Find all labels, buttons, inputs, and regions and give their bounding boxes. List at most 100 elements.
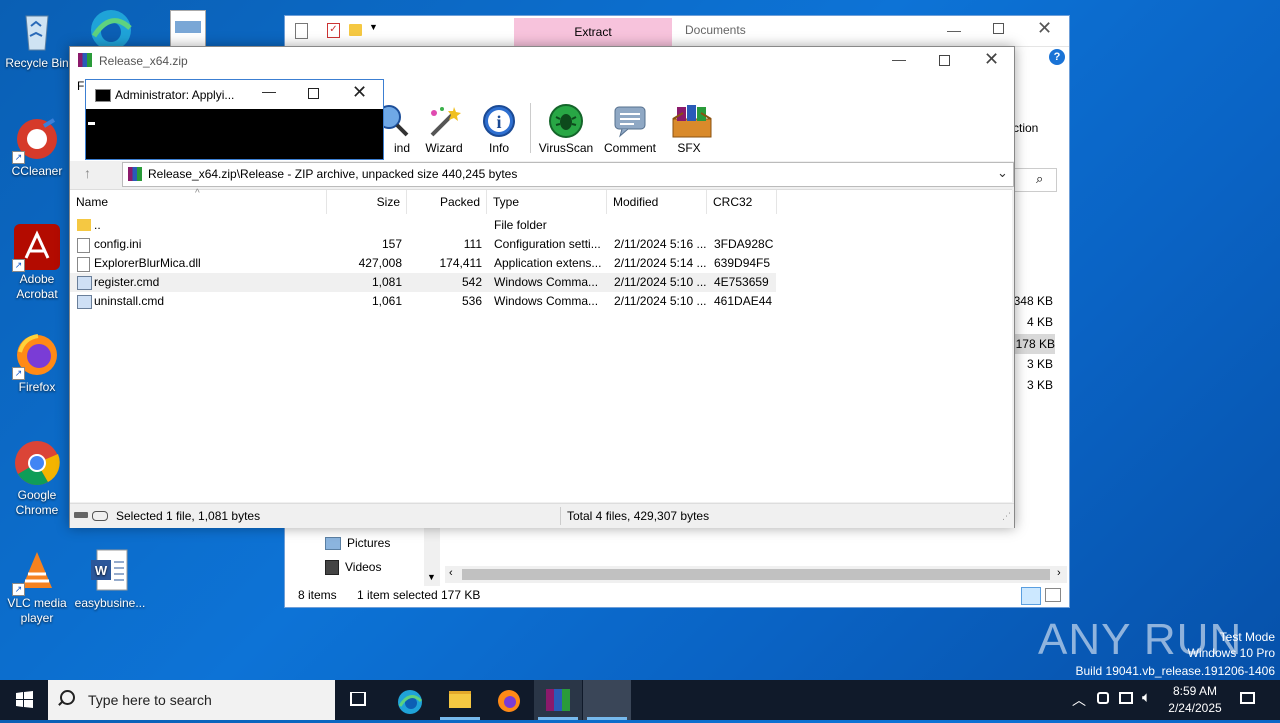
- scroll-left-icon[interactable]: ‹: [449, 567, 453, 579]
- virusscan-icon: [548, 103, 584, 139]
- desktop-icon-acrobat[interactable]: ↗ Adobe Acrobat: [1, 224, 73, 302]
- chevron-up-icon[interactable]: ︿: [1072, 690, 1086, 710]
- chevron-down-icon[interactable]: ▼: [369, 22, 378, 32]
- desktop-icon-label: Adobe Acrobat: [16, 272, 58, 301]
- watermark-edition: Windows 10 Pro: [1187, 646, 1275, 660]
- explorer-titlebar[interactable]: ✓ ▼ Extract Documents — ✕: [285, 16, 1069, 47]
- taskbar-cmd-icon[interactable]: [583, 680, 631, 720]
- start-button[interactable]: [0, 680, 48, 720]
- clock[interactable]: 8:59 AM 2/24/2025: [1160, 683, 1230, 717]
- network-icon[interactable]: [1097, 692, 1109, 704]
- properties-icon[interactable]: [295, 23, 308, 39]
- minimize-icon[interactable]: —: [262, 83, 276, 99]
- horizontal-scrollbar[interactable]: ‹ ›: [445, 566, 1067, 583]
- desktop-icon-chrome[interactable]: Google Chrome: [1, 440, 73, 518]
- search-box[interactable]: Type here to search: [48, 680, 335, 720]
- taskbar-firefox-icon[interactable]: [496, 688, 522, 717]
- close-icon[interactable]: ✕: [984, 49, 999, 70]
- winrar-app-icon: [78, 53, 92, 67]
- maximize-icon[interactable]: [993, 23, 1004, 34]
- maximize-icon[interactable]: [939, 55, 950, 66]
- svg-text:W: W: [95, 563, 108, 578]
- table-row[interactable]: ExplorerBlurMica.dll 427,008 174,411 App…: [70, 254, 776, 273]
- acrobat-icon: ↗: [12, 224, 60, 272]
- ribbon-label-partial[interactable]: ction: [1013, 121, 1038, 135]
- desktop-icon-firefox[interactable]: ↗ Firefox: [1, 332, 73, 395]
- details-view-icon[interactable]: [1021, 587, 1041, 605]
- notification-icon[interactable]: [1240, 692, 1255, 704]
- chevron-down-icon[interactable]: ⌄: [997, 165, 1008, 181]
- minimize-icon[interactable]: —: [947, 22, 961, 38]
- scroll-right-icon[interactable]: ›: [1057, 567, 1061, 579]
- taskbar: Type here to search ︿ 🔈︎ 8:59 AM 2/24/20…: [0, 680, 1280, 720]
- desktop-icon-ccleaner[interactable]: ↗ CCleaner: [1, 116, 73, 179]
- column-header-size[interactable]: Size: [327, 190, 407, 214]
- pictures-folder-icon: [325, 537, 341, 551]
- table-row[interactable]: .. File folder: [70, 216, 776, 235]
- windows-logo-icon: [16, 691, 33, 708]
- size-cell: 3 KB: [1026, 378, 1053, 392]
- explorer-status-bar: 8 items 1 item selected 177 KB: [285, 584, 1067, 606]
- taskbar-explorer-icon[interactable]: [436, 680, 484, 720]
- desktop-icon-label: Firefox: [18, 380, 56, 394]
- taskbar-winrar-icon[interactable]: [534, 680, 582, 720]
- maximize-icon[interactable]: [308, 88, 319, 99]
- desktop-icon-label: easybusine...: [74, 596, 146, 610]
- large-icons-view-icon[interactable]: [1045, 588, 1061, 602]
- toolbar-virusscan-button[interactable]: VirusScan: [537, 103, 595, 155]
- taskbar-edge-icon[interactable]: [396, 688, 424, 717]
- winrar-icon: [546, 689, 570, 711]
- image-file-desktop-icon[interactable]: [170, 10, 206, 48]
- status-selection: Selected 1 file, 1,081 bytes: [116, 509, 261, 523]
- drive-icon: [74, 512, 88, 518]
- nav-item-pictures[interactable]: Pictures: [325, 536, 390, 551]
- column-header-modified[interactable]: Modified: [607, 190, 707, 214]
- checkmark-icon[interactable]: ✓: [327, 23, 340, 38]
- table-row[interactable]: config.ini 157 111 Configuration setti..…: [70, 235, 776, 254]
- nav-item-videos[interactable]: Videos: [325, 560, 381, 576]
- nav-scrollbar[interactable]: ▼: [424, 522, 440, 586]
- toolbar-sfx-button[interactable]: SFX: [666, 103, 712, 155]
- folder-icon[interactable]: [349, 24, 362, 36]
- toolbar-comment-button[interactable]: Comment: [600, 103, 660, 155]
- toolbar-wizard-button[interactable]: Wizard: [420, 103, 468, 155]
- videos-folder-icon: [325, 560, 339, 576]
- search-box[interactable]: ⌕: [1013, 168, 1057, 192]
- help-icon[interactable]: ?: [1049, 49, 1065, 65]
- column-header-type[interactable]: Type: [487, 190, 607, 214]
- size-cell: 4 KB: [1026, 315, 1053, 329]
- chevron-down-icon[interactable]: ▼: [427, 572, 436, 582]
- tab-extract[interactable]: Extract: [514, 18, 672, 46]
- console-output[interactable]: [86, 109, 383, 159]
- cmd-window[interactable]: Administrator: Applyi... — ✕: [85, 79, 384, 160]
- size-cell: 348 KB: [1013, 294, 1053, 308]
- close-icon[interactable]: ✕: [1037, 18, 1052, 39]
- column-header-crc32[interactable]: CRC32: [707, 190, 777, 214]
- ini-file-icon: [77, 238, 90, 253]
- desktop-icon-word-doc[interactable]: W easybusine...: [74, 548, 146, 611]
- up-arrow-icon[interactable]: ↑: [84, 165, 91, 181]
- clock-time: 8:59 AM: [1172, 684, 1218, 698]
- close-icon[interactable]: ✕: [352, 82, 367, 103]
- resize-grip-icon[interactable]: ⋰: [1002, 504, 1011, 528]
- scrollbar-thumb[interactable]: [462, 569, 1050, 580]
- folder-icon: [77, 219, 91, 231]
- path-field[interactable]: Release_x64.zip\Release - ZIP archive, u…: [122, 162, 1014, 187]
- task-view-icon[interactable]: [350, 692, 366, 706]
- table-row[interactable]: uninstall.cmd 1,061 536 Windows Comma...…: [70, 292, 776, 311]
- chrome-icon: [14, 440, 60, 486]
- table-row-selected[interactable]: register.cmd 1,081 542 Windows Comma... …: [70, 273, 776, 292]
- cmd-titlebar[interactable]: Administrator: Applyi... — ✕: [86, 80, 383, 109]
- minimize-icon[interactable]: —: [892, 51, 906, 67]
- volume-icon[interactable]: 🔈︎: [1142, 689, 1151, 706]
- edge-desktop-icon[interactable]: [86, 6, 136, 50]
- winrar-titlebar[interactable]: Release_x64.zip — ✕: [70, 47, 1014, 75]
- wired-network-icon[interactable]: [1119, 692, 1133, 704]
- toolbar-info-button[interactable]: i Info: [476, 103, 522, 155]
- cmd-file-icon: [77, 295, 92, 309]
- desktop-icon-recycle-bin[interactable]: Recycle Bin: [1, 8, 73, 71]
- key-icon: [92, 511, 108, 521]
- column-header-packed[interactable]: Packed: [407, 190, 487, 214]
- desktop-icon-vlc[interactable]: ↗ VLC media player: [1, 548, 73, 626]
- file-list[interactable]: Name ^ Size Packed Type Modified CRC32 .…: [70, 188, 1012, 502]
